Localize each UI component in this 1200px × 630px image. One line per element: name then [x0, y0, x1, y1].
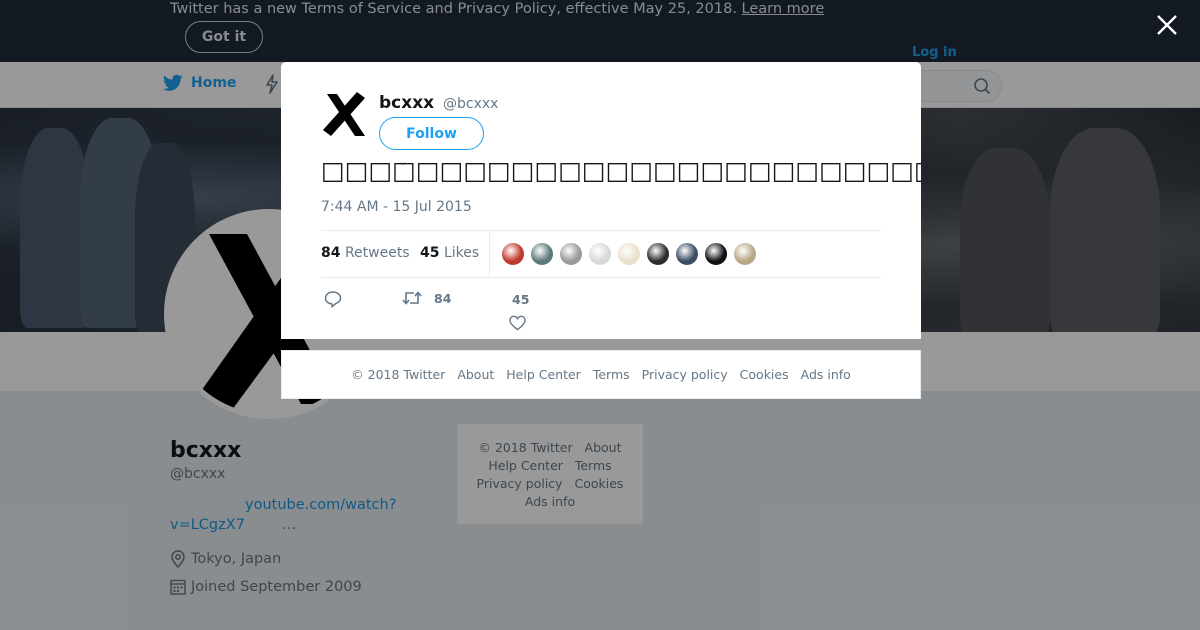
tweet-modal: bcxxx @bcxxx Follow ⌄ □□□□□□□□□□□□□□□□□□… [281, 62, 921, 339]
liker-avatar[interactable] [646, 242, 670, 266]
liker-avatar[interactable] [733, 242, 757, 266]
liker-avatar[interactable] [559, 242, 583, 266]
modal-footer-about-link[interactable]: About [457, 367, 494, 382]
modal-footer-privacy-link[interactable]: Privacy policy [642, 367, 728, 382]
tweet-author-avatar[interactable] [321, 90, 369, 138]
retweet-icon [402, 291, 422, 305]
close-icon[interactable] [1156, 14, 1178, 36]
stats-divider [489, 231, 490, 277]
tweet-text: □□□□□□□□□□□□□□□□□□□□□□□□□□□□□□□□□□□□□□□□… [321, 156, 921, 185]
modal-footer: © 2018 Twitter About Help Center Terms P… [281, 350, 921, 399]
follow-button[interactable]: Follow [379, 117, 484, 150]
liker-avatar[interactable] [588, 242, 612, 266]
liker-avatar[interactable] [617, 242, 641, 266]
likes-label: Likes [443, 245, 480, 261]
tweet-author-name[interactable]: bcxxx [379, 93, 434, 113]
modal-footer-cookies-link[interactable]: Cookies [740, 367, 789, 382]
liker-avatar[interactable] [501, 242, 525, 266]
retweets-label: Retweets [344, 245, 410, 261]
likes-stat[interactable]: 45 Likes [420, 245, 479, 261]
retweet-action[interactable]: 84 [402, 290, 451, 306]
heart-icon[interactable] [509, 315, 526, 331]
liker-avatar[interactable] [675, 242, 699, 266]
retweet-action-count: 84 [434, 290, 452, 306]
liker-avatar[interactable] [704, 242, 728, 266]
retweets-stat[interactable]: 84 Retweets [321, 245, 410, 261]
liker-avatars [501, 242, 757, 266]
tweet-stats: 84 Retweets 45 Likes [321, 230, 881, 278]
retweets-count: 84 [321, 245, 341, 261]
tweet-author-handle[interactable]: @bcxxx [443, 96, 498, 112]
modal-footer-terms-link[interactable]: Terms [593, 367, 630, 382]
likes-count: 45 [420, 245, 440, 261]
like-action-count: 45 [512, 292, 530, 307]
modal-footer-copyright: © 2018 Twitter [351, 367, 446, 382]
tweet-timestamp[interactable]: 7:44 AM - 15 Jul 2015 [321, 199, 472, 215]
liker-avatar[interactable] [530, 242, 554, 266]
modal-footer-ads-link[interactable]: Ads info [801, 367, 851, 382]
modal-footer-help-link[interactable]: Help Center [506, 367, 581, 382]
reply-icon[interactable] [324, 290, 342, 308]
